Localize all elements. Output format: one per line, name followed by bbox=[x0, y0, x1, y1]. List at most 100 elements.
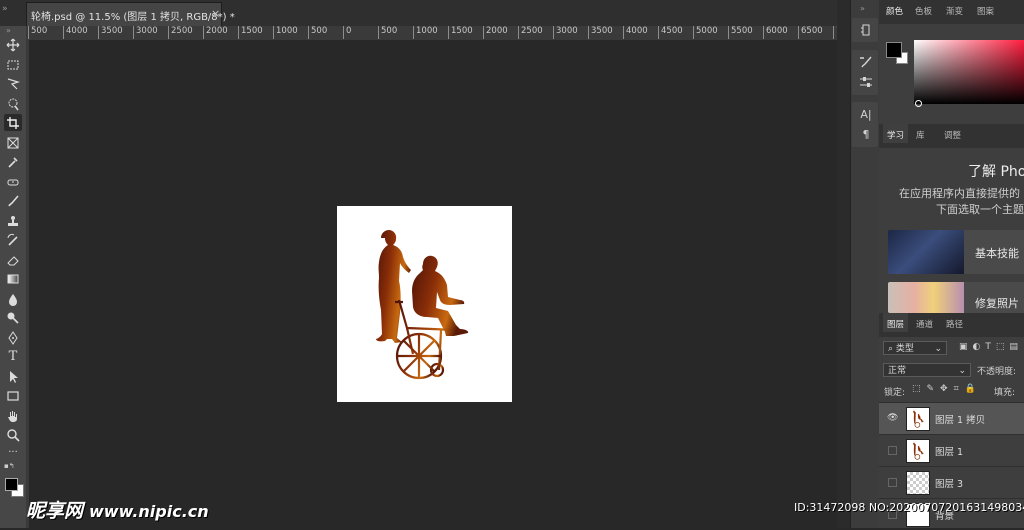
learn-card-thumbnail bbox=[888, 230, 964, 274]
document-tab-title[interactable]: 轮椅.psd @ 11.5% (图层 1 拷贝, RGB/8*) * bbox=[31, 8, 235, 23]
document-tab-bar: » 轮椅.psd @ 11.5% (图层 1 拷贝, RGB/8*) * × bbox=[0, 0, 848, 27]
tab-paths[interactable]: 路径 bbox=[946, 318, 963, 330]
ruler-tick-label: 2000 bbox=[203, 26, 228, 39]
frame-tool-icon[interactable] bbox=[4, 134, 22, 151]
pen-tool-icon[interactable] bbox=[4, 329, 22, 346]
horizontal-ruler: 500 4000 3500 3000 2500 2000 1500 1000 500 0 500 10… bbox=[26, 26, 848, 41]
lock-icons[interactable]: ⬚✎✥⌗🔒 bbox=[912, 384, 982, 394]
layer-row[interactable]: 图层 3 bbox=[879, 466, 1024, 498]
tab-patterns[interactable]: 图案 bbox=[977, 5, 994, 17]
layer-filter-value: 类型 bbox=[895, 344, 914, 354]
paragraph-panel-icon[interactable]: ¶ bbox=[857, 126, 875, 142]
color-panel bbox=[879, 24, 1024, 124]
chevron-down-icon: ⌄ bbox=[934, 344, 942, 354]
panel-grip-icon[interactable]: » bbox=[2, 4, 7, 14]
document-tab-close-icon[interactable]: × bbox=[211, 7, 220, 20]
hand-tool-icon[interactable] bbox=[4, 407, 22, 424]
marquee-tool-icon[interactable] bbox=[4, 56, 22, 73]
eyedropper-tool-icon[interactable] bbox=[4, 153, 22, 170]
rectangle-tool-icon[interactable] bbox=[4, 387, 22, 404]
color-picker-field[interactable] bbox=[914, 40, 1024, 107]
brush-tool-icon[interactable] bbox=[4, 192, 22, 209]
history-icon[interactable] bbox=[857, 22, 875, 38]
move-tool-icon[interactable] bbox=[4, 36, 22, 53]
blur-tool-icon[interactable] bbox=[4, 290, 22, 307]
tab-learn[interactable]: 学习 bbox=[883, 124, 909, 143]
watermark-site-url: www.nipic.cn bbox=[89, 502, 209, 521]
tab-swatches[interactable]: 色板 bbox=[915, 5, 932, 17]
brush-settings-icon[interactable] bbox=[857, 54, 875, 70]
tab-channels[interactable]: 通道 bbox=[916, 318, 933, 330]
adjustments-sliders-icon[interactable] bbox=[857, 74, 875, 90]
quick-select-tool-icon[interactable] bbox=[4, 95, 22, 112]
tab-layers[interactable]: 图层 bbox=[883, 313, 909, 332]
learn-panel: 了解 Photo 在应用程序内直接提供的 下面选取一个主题 基本技能 修复照片 bbox=[879, 148, 1024, 313]
learn-card-label: 修复照片 bbox=[975, 297, 1019, 310]
blend-mode-select[interactable]: 正常 ⌄ bbox=[883, 363, 971, 377]
ruler-tick-label: 2000 bbox=[483, 26, 508, 39]
ruler-tick-label: 3000 bbox=[553, 26, 578, 39]
layer-row[interactable]: 👁 图层 1 拷贝 bbox=[879, 402, 1024, 434]
visibility-toggle-icon[interactable] bbox=[888, 446, 897, 455]
healing-brush-tool-icon[interactable] bbox=[4, 173, 22, 190]
watermark-id: ID:31472098 NO:20200707201631498034 bbox=[794, 501, 1024, 514]
gradient-tool-icon[interactable] bbox=[4, 270, 22, 287]
toolbar-grip-icon[interactable]: » bbox=[6, 26, 11, 35]
dodge-tool-icon[interactable] bbox=[4, 309, 22, 326]
ruler-tick-label: 0 bbox=[343, 26, 351, 39]
search-icon: ⌕ bbox=[888, 344, 894, 354]
blend-mode-value: 正常 bbox=[888, 366, 907, 376]
layer-name[interactable]: 图层 1 bbox=[935, 444, 963, 458]
layer-name[interactable]: 图层 1 拷贝 bbox=[935, 412, 985, 426]
right-panels: 颜色 色板 渐变 图案 学习 库 调整 了解 Photo 在应用程序内直接提供的… bbox=[879, 0, 1024, 528]
layer-filter-select[interactable]: ⌕ 类型 ⌄ bbox=[883, 341, 947, 355]
color-panel-foreground-swatch[interactable] bbox=[886, 42, 902, 58]
ruler-tick-label: 1000 bbox=[413, 26, 438, 39]
layer-row[interactable]: 图层 1 bbox=[879, 434, 1024, 466]
layer-filter-icons[interactable]: ▣◐T⬚▤ bbox=[959, 342, 1023, 352]
character-panel-icon[interactable]: A| bbox=[857, 106, 875, 122]
learn-panel-tabs: 学习 库 调整 bbox=[879, 124, 1024, 149]
path-select-tool-icon[interactable] bbox=[4, 368, 22, 385]
ruler-tick-label: 2500 bbox=[518, 26, 543, 39]
layer-thumbnail bbox=[906, 439, 930, 463]
zoom-tool-icon[interactable] bbox=[4, 426, 22, 443]
lock-label: 锁定: bbox=[884, 388, 906, 398]
watermark-site-name: 昵享网 bbox=[26, 500, 84, 522]
tab-libraries[interactable]: 库 bbox=[916, 129, 925, 141]
default-colors-icon[interactable]: ▪↰ bbox=[4, 462, 15, 470]
learn-description-line-1: 在应用程序内直接提供的 bbox=[899, 187, 1020, 200]
document-canvas[interactable] bbox=[337, 206, 512, 402]
more-tools-icon[interactable]: ··· bbox=[4, 444, 22, 461]
watermark-logo: 昵享网 www.nipic.cn bbox=[26, 496, 209, 523]
crop-tool-icon[interactable] bbox=[4, 114, 22, 131]
visibility-toggle-icon[interactable] bbox=[888, 478, 897, 487]
layer-thumbnail bbox=[906, 471, 930, 495]
visibility-eye-icon[interactable]: 👁 bbox=[887, 413, 898, 423]
type-tool-icon[interactable]: T bbox=[4, 348, 22, 365]
history-brush-tool-icon[interactable] bbox=[4, 231, 22, 248]
ruler-tick-label: 500 bbox=[308, 26, 327, 39]
layer-name[interactable]: 图层 3 bbox=[935, 476, 963, 490]
eraser-tool-icon[interactable] bbox=[4, 251, 22, 268]
ruler-tick-label: 3500 bbox=[98, 26, 123, 39]
chevron-down-icon: ⌄ bbox=[958, 366, 966, 376]
layers-panel: ⌕ 类型 ⌄ ▣◐T⬚▤ 正常 ⌄ 不透明度: 锁定: ⬚✎✥⌗🔒 填充: 👁 … bbox=[879, 337, 1024, 528]
ruler-tick-label: 3000 bbox=[133, 26, 158, 39]
ruler-tick-label: 1000 bbox=[273, 26, 298, 39]
tab-adjustments[interactable]: 调整 bbox=[944, 129, 961, 141]
ruler-tick-label: 5000 bbox=[693, 26, 718, 39]
foreground-color-swatch[interactable] bbox=[5, 478, 18, 491]
tab-color[interactable]: 颜色 bbox=[886, 5, 903, 17]
color-picker-cursor[interactable] bbox=[915, 100, 922, 107]
learn-card-fix-photo[interactable]: 修复照片 bbox=[888, 282, 1024, 313]
learn-card-label: 基本技能 bbox=[975, 247, 1019, 260]
clone-stamp-tool-icon[interactable] bbox=[4, 212, 22, 229]
color-panel-tabs: 颜色 色板 渐变 图案 bbox=[879, 0, 1024, 25]
document-tab[interactable]: 轮椅.psd @ 11.5% (图层 1 拷贝, RGB/8*) * × bbox=[26, 2, 235, 26]
strip-grip-icon[interactable]: » bbox=[860, 4, 865, 13]
tab-gradients[interactable]: 渐变 bbox=[946, 5, 963, 17]
ruler-tick-label: 3500 bbox=[588, 26, 613, 39]
lasso-tool-icon[interactable] bbox=[4, 75, 22, 92]
learn-card-basic-skills[interactable]: 基本技能 bbox=[888, 230, 1024, 274]
